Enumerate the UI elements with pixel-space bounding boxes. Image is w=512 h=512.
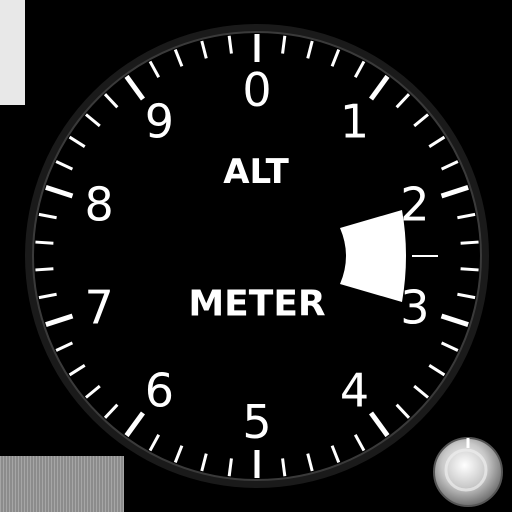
minor-tick [35, 240, 54, 245]
knob-icon[interactable] [433, 437, 503, 507]
dial-number-5: 5 [242, 395, 271, 449]
dial-number-3: 3 [400, 280, 429, 334]
dial-number-7: 7 [84, 280, 113, 334]
adjust-knob[interactable] [433, 437, 503, 507]
minor-tick [460, 267, 479, 272]
dial-number-1: 1 [340, 95, 369, 149]
label-alt: ALT [223, 152, 289, 192]
altimeter-gauge: 0 12 34 5 67 89 ALT METER [0, 0, 503, 512]
dial-number-4: 4 [340, 363, 369, 417]
minor-tick [35, 267, 54, 272]
dial-number-8: 8 [84, 178, 113, 232]
label-meter: METER [188, 284, 325, 325]
minor-tick [460, 240, 479, 245]
dial-number-0: 0 [242, 63, 271, 117]
panel-texture [0, 456, 124, 512]
dial-number-9: 9 [145, 95, 174, 149]
dial-number-2: 2 [400, 178, 429, 232]
panel-edge-strip [0, 0, 25, 105]
dial-number-6: 6 [145, 363, 174, 417]
